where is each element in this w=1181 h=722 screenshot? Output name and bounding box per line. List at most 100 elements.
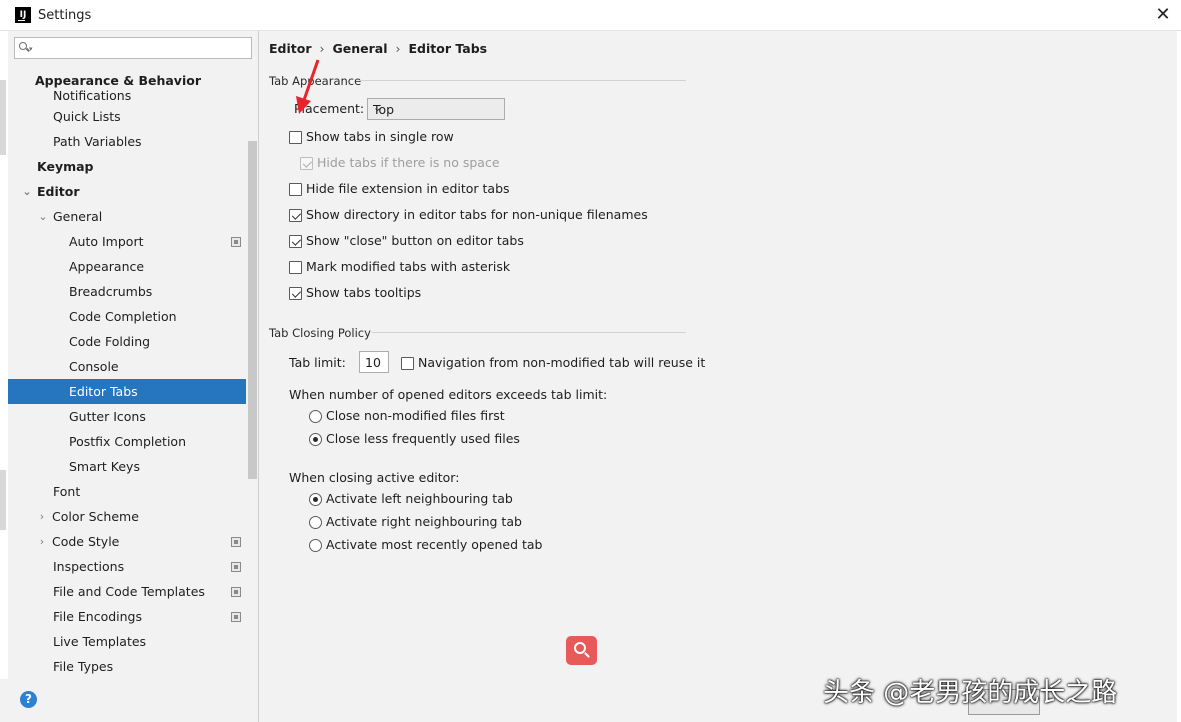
tree-item-file-and-code-templates[interactable]: File and Code Templates bbox=[8, 579, 246, 604]
tree-item-font[interactable]: Font bbox=[8, 479, 246, 504]
close-icon[interactable]: ✕ bbox=[1152, 4, 1174, 26]
breadcrumb-separator: › bbox=[395, 41, 401, 56]
tree-item-label: General bbox=[53, 209, 103, 224]
option-radio[interactable] bbox=[309, 410, 322, 423]
tree-item-label: Appearance bbox=[69, 259, 145, 274]
closing-editor-label: When closing active editor: bbox=[289, 470, 460, 485]
settings-search[interactable]: ▾ bbox=[14, 37, 252, 59]
tree-item-label: Notifications bbox=[53, 88, 132, 103]
tree-item-label: File Encodings bbox=[53, 609, 143, 624]
collapse-arrow-icon[interactable]: › bbox=[36, 529, 48, 554]
settings-tree-panel: ▾ Appearance & Behavior Notifications Quic… bbox=[8, 31, 258, 679]
option-radio[interactable] bbox=[309, 493, 322, 506]
search-input[interactable] bbox=[37, 40, 247, 56]
collapse-arrow-icon[interactable]: › bbox=[36, 504, 48, 529]
exceeds-limit-label: When number of opened editors exceeds ta… bbox=[289, 387, 608, 402]
tree-item-label: File Types bbox=[53, 659, 114, 674]
tree-item-breadcrumbs[interactable]: Breadcrumbs bbox=[8, 279, 246, 304]
tree-item-quick-lists[interactable]: Quick Lists bbox=[8, 104, 246, 129]
background-window-edge bbox=[0, 470, 6, 530]
tree-item-label: Auto Import bbox=[69, 234, 144, 249]
tree-item-gutter-icons[interactable]: Gutter Icons bbox=[8, 404, 246, 429]
chevron-down-icon: ⌄ bbox=[373, 101, 383, 114]
tab-limit-label: Tab limit: bbox=[289, 355, 346, 370]
placement-dropdown[interactable]: Top ⌄ bbox=[367, 98, 505, 120]
tree-item-inspections[interactable]: Inspections bbox=[8, 554, 246, 579]
editor-tabs-settings-page: Editor › General › Editor Tabs Tab Appearanc… bbox=[259, 31, 1177, 722]
tree-item-appearance[interactable]: Appearance bbox=[8, 254, 246, 279]
watermark-text: 头条 @老男孩的成长之路 bbox=[823, 678, 1118, 708]
option-checkbox[interactable] bbox=[289, 261, 302, 274]
tree-item-file-types[interactable]: File Types bbox=[8, 654, 246, 679]
breadcrumb-editor-tabs: Editor Tabs bbox=[408, 41, 488, 56]
project-scope-icon bbox=[231, 612, 241, 622]
tree-item-color-scheme[interactable]: › Color Scheme bbox=[8, 504, 246, 529]
tree-item-postfix-completion[interactable]: Postfix Completion bbox=[8, 429, 246, 454]
tab-limit-input[interactable]: 10 bbox=[359, 351, 389, 373]
dialog-footer-left bbox=[0, 679, 258, 722]
tree-item-label: Console bbox=[69, 359, 119, 374]
tree-item-smart-keys[interactable]: Smart Keys bbox=[8, 454, 246, 479]
tree-item-label: Code Style bbox=[52, 534, 120, 549]
tree-item-console[interactable]: Console bbox=[8, 354, 246, 379]
tree-item-editor-tabs[interactable]: Editor Tabs bbox=[8, 379, 246, 404]
tree-item-general[interactable]: ⌄ General bbox=[8, 204, 246, 229]
breadcrumb-separator: › bbox=[319, 41, 325, 56]
breadcrumb: Editor › General › Editor Tabs bbox=[269, 41, 487, 56]
project-scope-icon bbox=[231, 537, 241, 547]
tree-item-code-folding[interactable]: Code Folding bbox=[8, 329, 246, 354]
project-scope-icon bbox=[231, 587, 241, 597]
tree-item-keymap[interactable]: Keymap bbox=[8, 154, 246, 179]
tree-item-code-completion[interactable]: Code Completion bbox=[8, 304, 246, 329]
option-radio[interactable] bbox=[309, 539, 322, 552]
tree-item-label: Font bbox=[53, 484, 81, 499]
option-checkbox[interactable] bbox=[289, 287, 302, 300]
title-bar: IJ Settings ✕ bbox=[0, 0, 1181, 31]
option-radio[interactable] bbox=[309, 516, 322, 529]
radio-label: Activate most recently opened tab bbox=[326, 537, 543, 552]
tree-item-label: Gutter Icons bbox=[69, 409, 146, 424]
tree-scrollbar[interactable] bbox=[248, 141, 257, 479]
reuse-tab-checkbox[interactable] bbox=[401, 357, 414, 370]
tab-appearance-heading: Tab Appearance bbox=[269, 74, 362, 88]
window-edge bbox=[1177, 31, 1181, 722]
breadcrumb-editor: Editor bbox=[269, 41, 312, 56]
option-checkbox[interactable] bbox=[289, 209, 302, 222]
breadcrumb-general: General bbox=[332, 41, 388, 56]
tree-item-label: Code Folding bbox=[69, 334, 151, 349]
tree-item-label: Path Variables bbox=[53, 134, 142, 149]
tree-item-label: Editor Tabs bbox=[69, 384, 138, 399]
expand-arrow-icon[interactable]: ⌄ bbox=[37, 204, 49, 229]
tree-item-path-variables[interactable]: Path Variables bbox=[8, 129, 246, 154]
tree-item-label: File and Code Templates bbox=[53, 584, 205, 599]
tree-item-live-templates[interactable]: Live Templates bbox=[8, 629, 246, 654]
tree-item-label: Smart Keys bbox=[69, 459, 140, 474]
floating-search-button[interactable] bbox=[566, 636, 597, 665]
section-divider bbox=[372, 332, 686, 333]
option-checkbox[interactable] bbox=[289, 183, 302, 196]
tree-item-label: Quick Lists bbox=[53, 109, 121, 124]
tree-item-label: Keymap bbox=[37, 159, 94, 174]
search-icon[interactable]: ▾ bbox=[18, 41, 34, 55]
option-radio[interactable] bbox=[309, 433, 322, 446]
option-checkbox[interactable] bbox=[289, 235, 302, 248]
intellij-logo-icon: IJ bbox=[15, 7, 31, 23]
option-label: Hide file extension in editor tabs bbox=[306, 181, 510, 196]
tree-item-auto-import[interactable]: Auto Import bbox=[8, 229, 246, 254]
option-label: Show directory in editor tabs for non-un… bbox=[306, 207, 648, 222]
tree-item-file-encodings[interactable]: File Encodings bbox=[8, 604, 246, 629]
option-checkbox[interactable] bbox=[289, 131, 302, 144]
tree-item-notifications[interactable]: Notifications bbox=[8, 88, 246, 104]
radio-label: Activate left neighbouring tab bbox=[326, 491, 513, 506]
tree-item-editor[interactable]: ⌄ Editor bbox=[8, 179, 246, 204]
radio-label: Activate right neighbouring tab bbox=[326, 514, 522, 529]
project-scope-icon bbox=[231, 562, 241, 572]
option-label: Show "close" button on editor tabs bbox=[306, 233, 524, 248]
tree-item-label: Inspections bbox=[53, 559, 125, 574]
expand-arrow-icon[interactable]: ⌄ bbox=[21, 179, 33, 204]
tree-item-label: Editor bbox=[37, 184, 80, 199]
tree-item-code-style[interactable]: › Code Style bbox=[8, 529, 246, 554]
help-icon[interactable]: ? bbox=[20, 691, 37, 708]
tab-closing-heading: Tab Closing Policy bbox=[269, 326, 371, 340]
tree-item-label: Live Templates bbox=[53, 634, 147, 649]
